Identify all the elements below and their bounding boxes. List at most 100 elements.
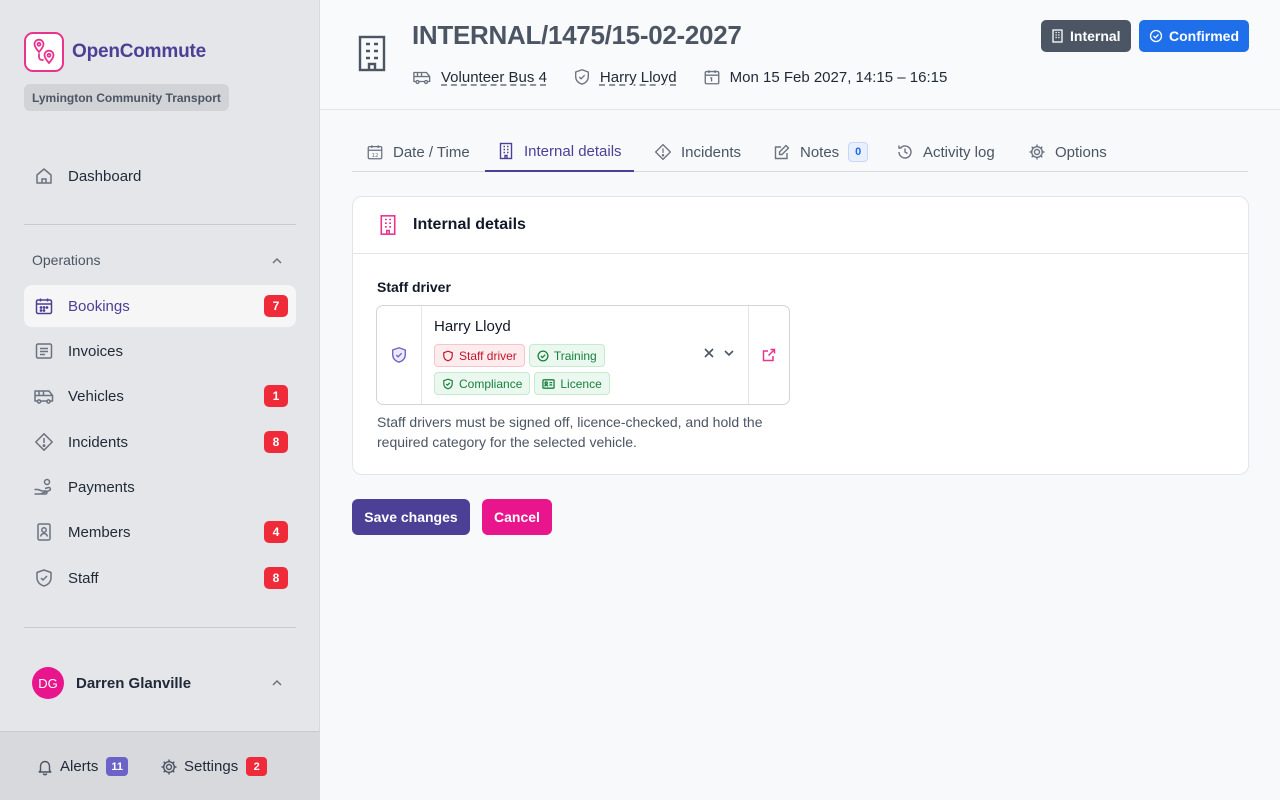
building-icon [497, 142, 515, 160]
sidebar-item-bookings[interactable]: Bookings 7 [24, 285, 296, 327]
count-badge: 7 [264, 295, 288, 317]
tab-activity-log[interactable]: Activity log [884, 132, 1007, 172]
status-badge: Confirmed [1139, 20, 1249, 52]
tab-label: Internal details [524, 142, 622, 160]
settings-count-badge: 2 [246, 757, 268, 776]
tab-internal-details[interactable]: Internal details [485, 132, 634, 172]
chevron-up-icon[interactable] [270, 254, 284, 268]
logo-icon [24, 32, 64, 72]
settings-button[interactable]: Settings 2 [160, 757, 268, 776]
calendar-12-icon: 12 [366, 143, 384, 161]
alert-diamond-icon [33, 431, 55, 453]
clear-icon[interactable] [702, 346, 716, 360]
settings-label: Settings [184, 758, 239, 775]
count-badge: 4 [264, 521, 288, 543]
chevron-up-icon[interactable] [270, 676, 284, 690]
driver-qualifications: Staff driver Training Compliance Licence [434, 344, 634, 395]
user-name: Darren Glanville [76, 674, 192, 692]
chevron-down-icon[interactable] [722, 346, 736, 360]
avatar: DG [32, 667, 64, 699]
picker-controls [702, 346, 736, 360]
home-icon [33, 165, 55, 187]
svg-text:12: 12 [372, 153, 379, 159]
sidebar-divider [24, 224, 296, 225]
sidebar-item-payments[interactable]: Payments [24, 466, 296, 508]
sidebar-item-label: Members [68, 523, 131, 541]
shield-check-icon [442, 378, 454, 390]
chip-staff-driver: Staff driver [434, 344, 525, 367]
shield-check-icon [377, 306, 422, 404]
count-badge: 8 [264, 567, 288, 589]
sidebar-item-label: Dashboard [68, 167, 142, 185]
shield-icon [573, 68, 591, 86]
page-title: INTERNAL/1475/15-02-2027 [412, 20, 742, 50]
bus-icon [412, 68, 432, 86]
hand-coins-icon [33, 476, 55, 498]
vehicle-link[interactable]: Volunteer Bus 4 [441, 69, 547, 86]
check-circle-icon [537, 349, 549, 362]
shield-icon [442, 350, 454, 362]
chip-label: Licence [560, 376, 602, 391]
building-icon [1051, 29, 1064, 43]
tab-label: Activity log [923, 143, 995, 161]
brand[interactable]: OpenCommute [24, 32, 206, 72]
alerts-label: Alerts [60, 758, 99, 775]
alert-diamond-icon [654, 143, 672, 161]
tab-label: Options [1055, 143, 1107, 161]
help-text: Staff drivers must be signed off, licenc… [377, 414, 763, 450]
picker-value[interactable]: Harry Lloyd Staff driver Training Compli… [422, 306, 748, 404]
org-name: Lymington Community Transport [24, 84, 229, 111]
open-external-button[interactable] [748, 306, 789, 404]
shield-icon [33, 567, 55, 589]
receipt-icon [33, 340, 55, 362]
building-icon [377, 214, 399, 236]
sidebar-item-label: Invoices [68, 342, 124, 360]
tab-date-time[interactable]: 12 Date / Time [354, 132, 482, 172]
staff-driver-picker[interactable]: Harry Lloyd Staff driver Training Compli… [376, 305, 790, 405]
count-badge: 8 [264, 431, 288, 453]
calendar-icon [33, 295, 55, 317]
external-link-icon [762, 348, 776, 362]
sidebar-divider [24, 627, 296, 628]
sidebar-item-staff[interactable]: Staff 8 [24, 557, 296, 599]
bell-icon [36, 758, 54, 776]
internal-details-card: Internal details Staff driver Harry Lloy… [352, 196, 1249, 475]
sidebar-footer: Alerts 11 Settings 2 [0, 731, 320, 800]
staff-driver-label: Staff driver [377, 279, 451, 295]
sidebar-item-label: Vehicles [68, 387, 124, 405]
chip-label: Training [553, 348, 597, 363]
status-badge-label: Confirmed [1169, 28, 1239, 44]
alerts-button[interactable]: Alerts 11 [36, 757, 128, 776]
chip-licence: Licence [534, 372, 610, 395]
id-card-icon [542, 378, 556, 390]
building-icon [354, 34, 390, 72]
sidebar-item-dashboard[interactable]: Dashboard [24, 155, 296, 197]
sidebar-item-invoices[interactable]: Invoices [24, 330, 296, 372]
tab-label: Notes [800, 143, 840, 161]
save-button[interactable]: Save changes [352, 499, 470, 535]
user-menu[interactable]: DG Darren Glanville [32, 667, 191, 699]
booking-datetime: Mon 15 Feb 2027, 14:15 – 16:15 [729, 68, 948, 86]
alerts-count-badge: 11 [106, 757, 128, 776]
sidebar-item-incidents[interactable]: Incidents 8 [24, 421, 296, 463]
sidebar-item-label: Bookings [68, 297, 130, 315]
tab-notes[interactable]: Notes 0 [761, 132, 880, 172]
chip-training: Training [528, 344, 605, 367]
chip-label: Staff driver [459, 348, 517, 363]
cancel-button[interactable]: Cancel [482, 499, 552, 535]
tab-incidents[interactable]: Incidents [642, 132, 753, 172]
tab-label: Date / Time [393, 143, 470, 161]
sidebar-item-label: Payments [68, 478, 135, 496]
sidebar-item-vehicles[interactable]: Vehicles 1 [24, 375, 296, 417]
card-header: Internal details [353, 197, 1248, 254]
tab-options[interactable]: Options [1016, 132, 1119, 172]
edit-icon [773, 143, 791, 161]
tab-bar: 12 Date / Time Internal details Incident… [352, 132, 1248, 172]
chip-compliance: Compliance [434, 372, 531, 395]
driver-link[interactable]: Harry Lloyd [600, 69, 677, 86]
type-badge-label: Internal [1070, 28, 1121, 44]
section-title[interactable]: Operations [32, 252, 100, 268]
chip-label: Compliance [459, 376, 523, 391]
sidebar: OpenCommute Lymington Community Transpor… [0, 0, 320, 800]
sidebar-item-members[interactable]: Members 4 [24, 511, 296, 553]
